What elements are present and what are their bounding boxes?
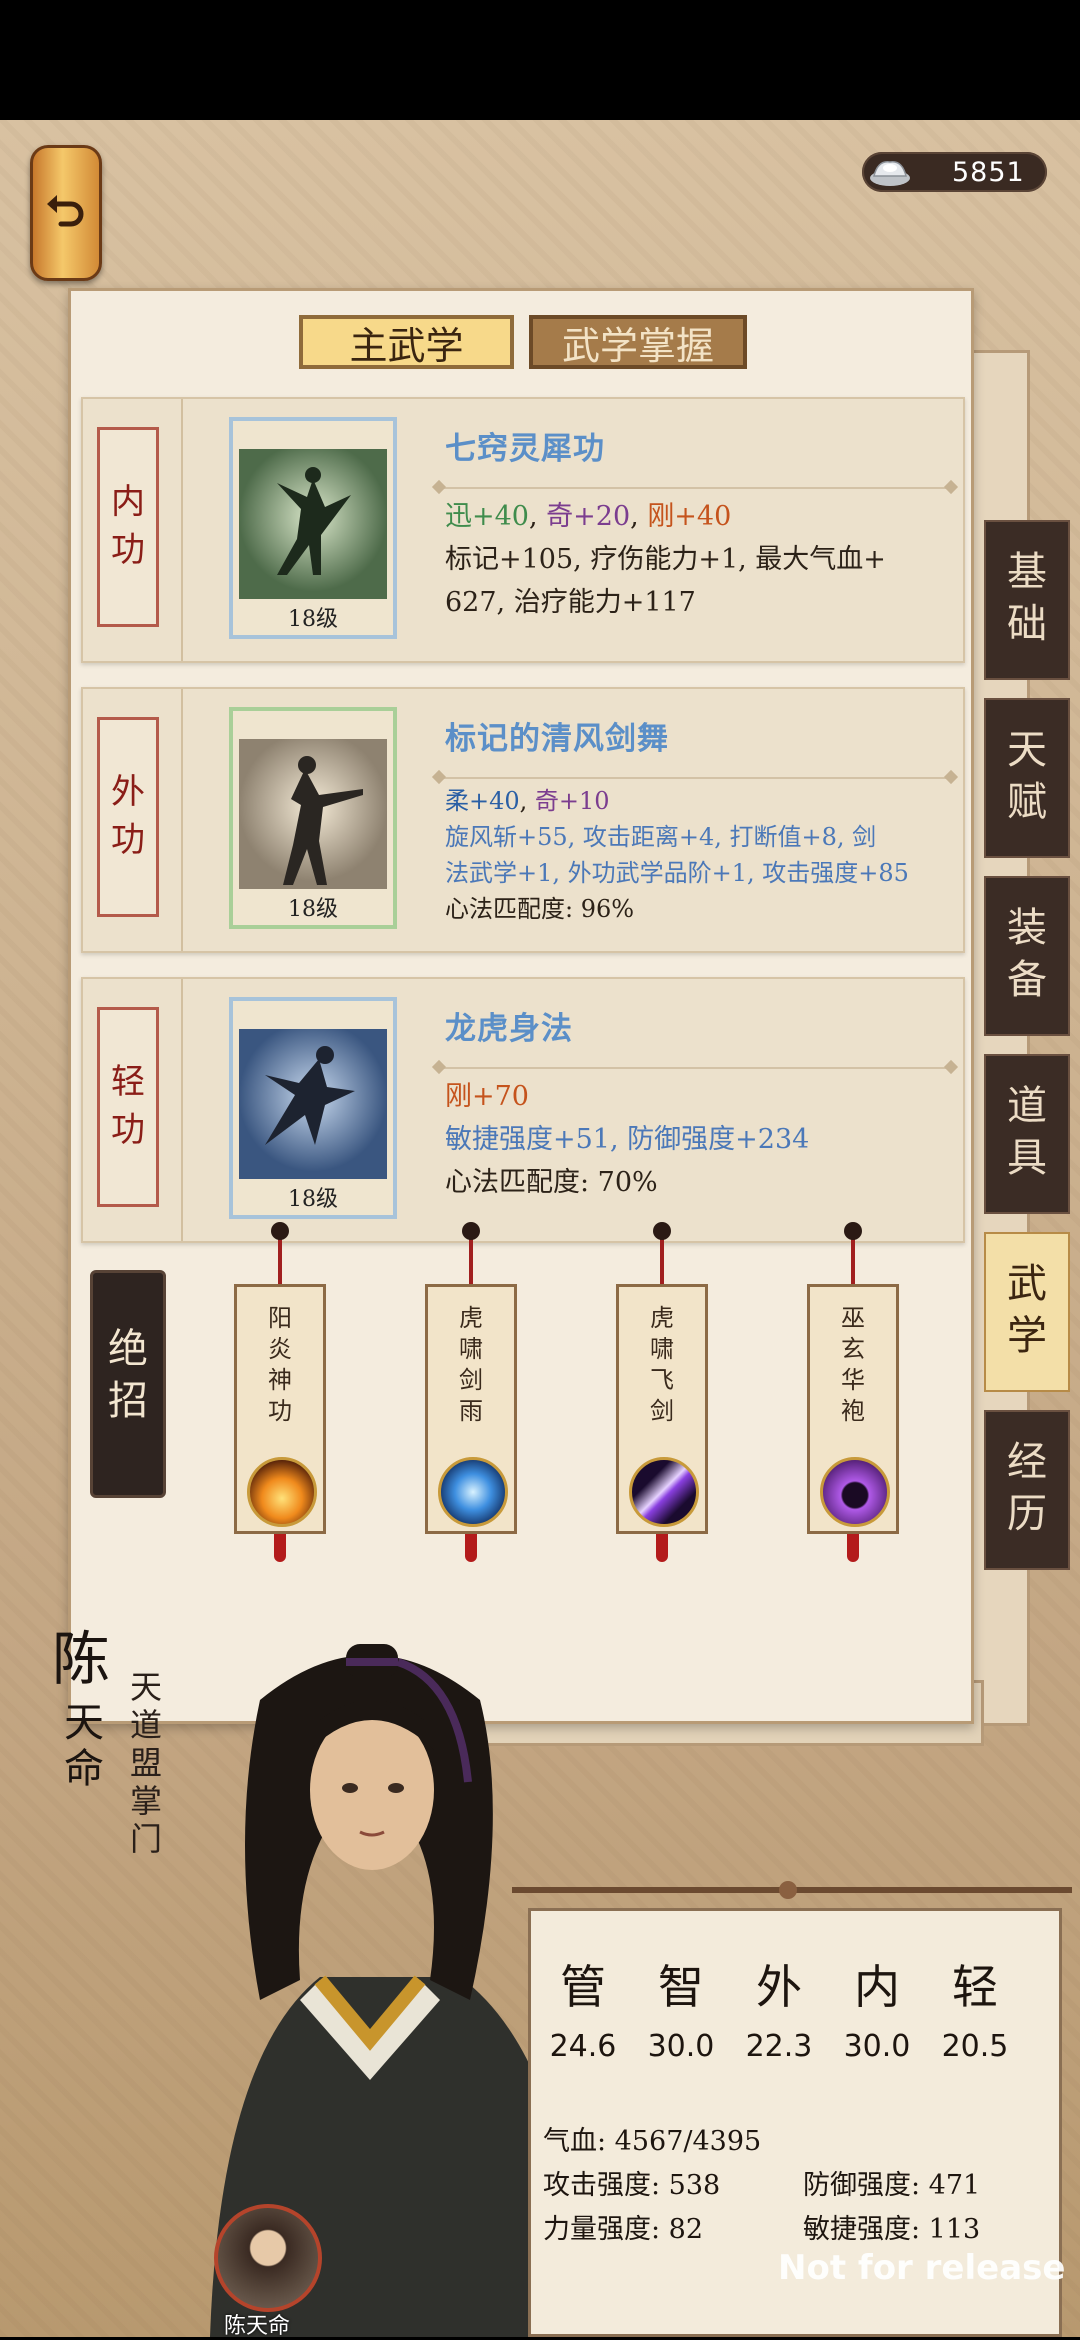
- skill-desc-line: 敏捷强度+51, 防御强度+234: [445, 1124, 810, 1155]
- currency-value: 5851: [952, 157, 1025, 188]
- ultimate-move-1[interactable]: 阳炎神功: [234, 1222, 326, 1562]
- character-given-name: 天命: [64, 1700, 104, 1792]
- skill-level: 18级: [288, 1187, 338, 1212]
- divider-line: [439, 777, 951, 779]
- skill-art-swordsman: [239, 739, 387, 889]
- stat-value: 30.0: [843, 2029, 911, 2064]
- skill-row-outer[interactable]: 外功 18级 标记的清风剑舞 柔+40, 奇+10 旋风斩+55, 攻击距离+4…: [81, 687, 965, 953]
- stat-value: 30.0: [647, 2029, 715, 2064]
- skill-desc-line: 心法匹配度: 70%: [445, 1167, 658, 1198]
- skill-desc-line: 旋风斩+55, 攻击距离+4, 打断值+8, 剑: [445, 823, 877, 851]
- side-tab-talent[interactable]: 天赋: [984, 698, 1070, 858]
- purple-slash-icon: [629, 1457, 699, 1527]
- ultimate-move-3[interactable]: 虎啸飞剑: [616, 1222, 708, 1562]
- skill-bonus: 柔+40, 奇+10: [445, 787, 610, 815]
- stat-header: 管: [560, 1960, 606, 2014]
- skill-desc-line: 法武学+1, 外功武学品阶+1, 攻击强度+85: [445, 859, 909, 887]
- skill-card[interactable]: 18级: [229, 997, 397, 1219]
- side-tab-equipment[interactable]: 装备: [984, 876, 1070, 1036]
- status-bar: [0, 0, 1080, 120]
- avatar[interactable]: [214, 2204, 322, 2312]
- tab-martial-mastery[interactable]: 武学掌握: [529, 315, 747, 369]
- stat-value: 22.3: [745, 2029, 813, 2064]
- scroll-rod: [512, 1881, 1072, 1899]
- skill-bonus: 刚+70: [445, 1081, 529, 1112]
- side-tab-history[interactable]: 经历: [984, 1410, 1070, 1570]
- skill-name: 七窍灵犀功: [445, 431, 605, 467]
- skill-card[interactable]: 18级: [229, 417, 397, 639]
- stat-header: 内: [854, 1960, 900, 2014]
- return-arrow-icon: [47, 195, 84, 227]
- skill-row-lightness[interactable]: 轻功 18级 龙虎身法 刚+70 敏捷强度+51, 防御强度+234 心法匹配度…: [81, 977, 965, 1243]
- ice-shards-icon: [438, 1457, 508, 1527]
- character-title: 天道盟掌门: [130, 1668, 163, 1858]
- agility-stat: 敏捷强度: 113: [803, 2214, 981, 2245]
- ultimate-move-name: 阳炎神功: [268, 1304, 292, 1425]
- ultimate-move-4[interactable]: 巫玄华袍: [807, 1222, 899, 1562]
- skill-card[interactable]: 18级: [229, 707, 397, 929]
- side-tab-basic[interactable]: 基础: [984, 520, 1070, 680]
- ultimate-move-name: 巫玄华袍: [841, 1304, 865, 1425]
- stat-header: 智: [658, 1960, 704, 2014]
- ultimate-label: 绝招: [90, 1270, 166, 1498]
- side-tab-martial-arts[interactable]: 武学: [984, 1232, 1070, 1392]
- skill-desc-line: 心法匹配度: 96%: [445, 895, 635, 923]
- hp-stat: 气血: 4567/4395: [543, 2126, 762, 2157]
- stat-value: 20.5: [941, 2029, 1009, 2064]
- strength-stat: 力量强度: 82: [543, 2214, 704, 2245]
- stat-value: 24.6: [549, 2029, 617, 2064]
- skill-bonus: 迅+40, 奇+20, 刚+40: [445, 501, 732, 532]
- back-button[interactable]: [30, 145, 102, 281]
- watermark-text: Not for release: [778, 2248, 1066, 2288]
- skill-level: 18级: [288, 897, 338, 922]
- ultimate-move-2[interactable]: 虎啸剑雨: [425, 1222, 517, 1562]
- currency-display: 5851: [862, 152, 1047, 192]
- silver-ingot-icon: [870, 161, 910, 186]
- skill-name: 龙虎身法: [445, 1011, 573, 1047]
- stat-header: 轻: [952, 1960, 998, 2014]
- category-label: 轻功: [97, 1007, 159, 1207]
- avatar-name: 陈天命: [224, 2314, 291, 2339]
- attack-stat: 攻击强度: 538: [543, 2170, 721, 2201]
- skill-desc-line: 627, 治疗能力+117: [445, 587, 696, 618]
- skill-row-inner[interactable]: 内功 18级 七窍灵犀功 迅+40, 奇+20, 刚+40 标记+105, 疗伤…: [81, 397, 965, 663]
- divider-line: [439, 487, 951, 489]
- category-label: 外功: [97, 717, 159, 917]
- skill-level: 18级: [288, 607, 338, 632]
- divider-line: [439, 1067, 951, 1069]
- side-tab-items[interactable]: 道具: [984, 1054, 1070, 1214]
- ultimate-move-name: 虎啸飞剑: [650, 1304, 674, 1425]
- skill-art-jade-figure: [239, 449, 387, 599]
- stat-header: 外: [756, 1960, 802, 2014]
- character-surname: 陈: [52, 1625, 111, 1693]
- skill-name: 标记的清风剑舞: [445, 721, 669, 757]
- category-label: 内功: [97, 427, 159, 627]
- skill-desc-line: 标记+105, 疗伤能力+1, 最大气血+: [445, 544, 886, 575]
- tab-main-martial[interactable]: 主武学: [299, 315, 514, 369]
- hooded-figure-icon: [820, 1457, 890, 1527]
- defense-stat: 防御强度: 471: [803, 2170, 981, 2201]
- skill-art-leaping-figure: [239, 1029, 387, 1179]
- fire-burst-icon: [247, 1457, 317, 1527]
- ultimate-move-name: 虎啸剑雨: [459, 1304, 483, 1425]
